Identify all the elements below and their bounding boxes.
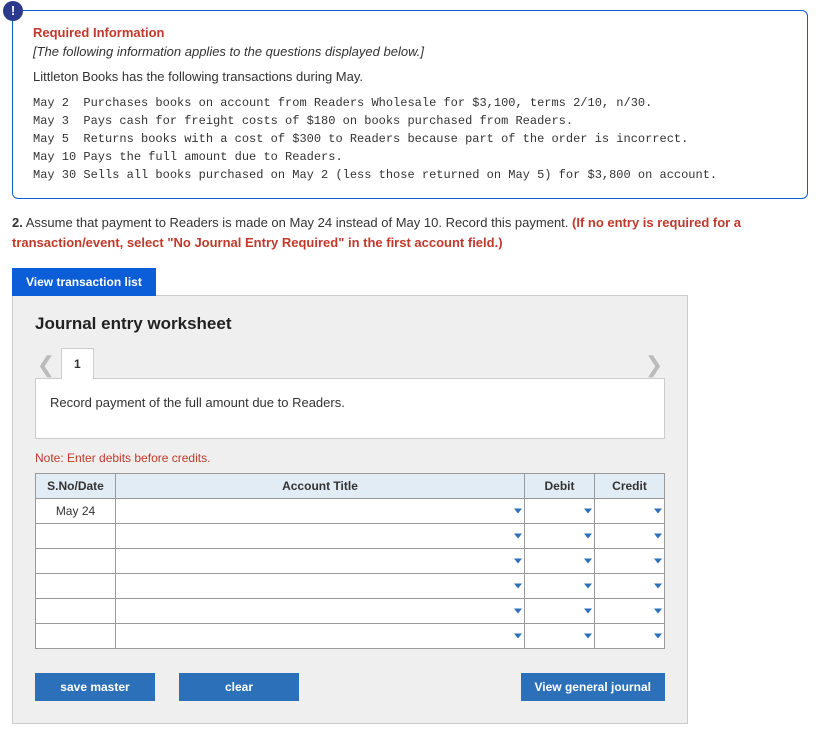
date-cell[interactable] bbox=[36, 599, 116, 624]
col-date: S.No/Date bbox=[36, 474, 116, 499]
question-text: 2. Assume that payment to Readers is mad… bbox=[12, 213, 808, 252]
credit-cell[interactable] bbox=[595, 624, 665, 649]
required-info-title: Required Information bbox=[33, 25, 787, 40]
chevron-right-icon[interactable]: ❯ bbox=[643, 352, 665, 378]
table-row bbox=[36, 599, 665, 624]
credit-cell[interactable] bbox=[595, 524, 665, 549]
table-row bbox=[36, 524, 665, 549]
credit-cell[interactable] bbox=[595, 599, 665, 624]
credit-cell[interactable] bbox=[595, 549, 665, 574]
date-cell[interactable] bbox=[36, 574, 116, 599]
worksheet-tab-row: ❮ 1 ❯ bbox=[35, 340, 665, 378]
table-header-row: S.No/Date Account Title Debit Credit bbox=[36, 474, 665, 499]
table-row bbox=[36, 549, 665, 574]
question-body: Assume that payment to Readers is made o… bbox=[23, 215, 572, 230]
required-info-subtitle: [The following information applies to th… bbox=[33, 44, 787, 59]
save-master-button[interactable]: save master bbox=[35, 673, 155, 701]
question-number: 2. bbox=[12, 215, 23, 230]
worksheet-button-row: save master clear View general journal bbox=[35, 673, 665, 701]
debits-before-credits-note: Note: Enter debits before credits. bbox=[35, 451, 665, 465]
date-cell[interactable]: May 24 bbox=[36, 499, 116, 524]
journal-entry-table: S.No/Date Account Title Debit Credit May… bbox=[35, 473, 665, 649]
debit-cell[interactable] bbox=[525, 624, 595, 649]
col-debit: Debit bbox=[525, 474, 595, 499]
info-badge-icon: ! bbox=[3, 1, 23, 21]
debit-cell[interactable] bbox=[525, 524, 595, 549]
account-cell[interactable] bbox=[116, 524, 525, 549]
journal-worksheet-panel: Journal entry worksheet ❮ 1 ❯ Record pay… bbox=[12, 295, 688, 724]
account-cell[interactable] bbox=[116, 499, 525, 524]
account-cell[interactable] bbox=[116, 549, 525, 574]
debit-cell[interactable] bbox=[525, 599, 595, 624]
required-info-box: ! Required Information [The following in… bbox=[12, 10, 808, 199]
date-cell[interactable] bbox=[36, 624, 116, 649]
table-row bbox=[36, 574, 665, 599]
account-cell[interactable] bbox=[116, 574, 525, 599]
entry-instruction: Record payment of the full amount due to… bbox=[35, 378, 665, 439]
col-account: Account Title bbox=[116, 474, 525, 499]
date-cell[interactable] bbox=[36, 524, 116, 549]
required-info-lead: Littleton Books has the following transa… bbox=[33, 69, 787, 84]
view-general-journal-button[interactable]: View general journal bbox=[521, 673, 665, 701]
account-cell[interactable] bbox=[116, 599, 525, 624]
credit-cell[interactable] bbox=[595, 499, 665, 524]
debit-cell[interactable] bbox=[525, 549, 595, 574]
col-credit: Credit bbox=[595, 474, 665, 499]
table-row bbox=[36, 624, 665, 649]
chevron-left-icon[interactable]: ❮ bbox=[35, 352, 57, 378]
date-cell[interactable] bbox=[36, 549, 116, 574]
table-row: May 24 bbox=[36, 499, 665, 524]
tab-1[interactable]: 1 bbox=[61, 348, 94, 379]
view-transaction-list-button[interactable]: View transaction list bbox=[12, 268, 156, 296]
debit-cell[interactable] bbox=[525, 574, 595, 599]
clear-button[interactable]: clear bbox=[179, 673, 299, 701]
worksheet-title: Journal entry worksheet bbox=[35, 314, 665, 334]
credit-cell[interactable] bbox=[595, 574, 665, 599]
account-cell[interactable] bbox=[116, 624, 525, 649]
debit-cell[interactable] bbox=[525, 499, 595, 524]
transactions-list: May 2 Purchases books on account from Re… bbox=[33, 94, 787, 184]
